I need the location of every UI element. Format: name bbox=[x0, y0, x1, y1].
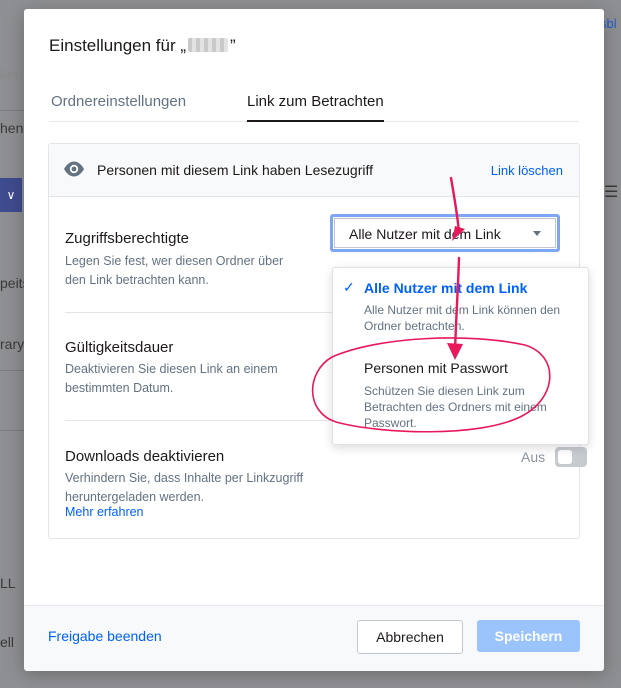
downloads-toggle-label: Aus bbox=[521, 449, 546, 465]
bg-chevron-button: ∨ bbox=[0, 178, 22, 212]
access-section-title: Zugriffsberechtigte bbox=[65, 230, 189, 247]
expiry-section-title: Gültigkeitsdauer bbox=[65, 339, 174, 356]
learn-more-link[interactable]: Mehr erfahren bbox=[65, 505, 144, 519]
access-select-value: Alle Nutzer mit dem Link bbox=[349, 226, 501, 242]
access-section-desc: Legen Sie fest, wer diesen Ordner über d… bbox=[65, 254, 284, 287]
dialog-title-suffix: ” bbox=[230, 36, 236, 55]
bg-fragment: LL bbox=[0, 575, 16, 591]
option-title: Alle Nutzer mit dem Link bbox=[364, 280, 528, 296]
bg-fragment: ken, bbox=[0, 66, 27, 82]
delete-link-button[interactable]: Link löschen bbox=[491, 163, 563, 178]
bg-fragment: ell bbox=[0, 634, 15, 650]
dialog-title-prefix: Einstellungen für „ bbox=[49, 36, 187, 55]
checkmark-icon: ✓ bbox=[343, 279, 355, 295]
expiry-section-desc: Deaktivieren Sie diesen Link an einem be… bbox=[65, 362, 278, 395]
tab-view-link[interactable]: Link zum Betrachten bbox=[247, 93, 384, 122]
tab-folder-settings[interactable]: Ordnereinstellungen bbox=[51, 93, 186, 120]
downloads-section-title: Downloads deaktivieren bbox=[65, 448, 225, 465]
redacted-folder-name bbox=[188, 38, 229, 52]
bg-fragment: rary bbox=[0, 336, 25, 352]
access-select[interactable]: Alle Nutzer mit dem Link bbox=[330, 214, 560, 252]
eye-icon bbox=[64, 161, 84, 177]
save-button[interactable]: Speichern bbox=[477, 620, 580, 652]
settings-dialog: Einstellungen für „ ” Ordnereinstellungen… bbox=[24, 9, 604, 671]
dialog-title: Einstellungen für „ ” bbox=[49, 36, 236, 56]
link-access-text: Personen mit diesem Link haben Lesezugri… bbox=[97, 162, 374, 178]
option-desc: Alle Nutzer mit dem Link können den Ordn… bbox=[364, 303, 561, 333]
option-title: Personen mit Passwort bbox=[364, 360, 508, 376]
option-anyone-with-link[interactable]: ✓ Alle Nutzer mit dem Link Alle Nutzer m… bbox=[333, 268, 588, 348]
option-password[interactable]: Personen mit Passwort Schützen Sie diese… bbox=[333, 352, 588, 440]
toggle-knob bbox=[558, 450, 572, 464]
cancel-button[interactable]: Abbrechen bbox=[357, 620, 463, 654]
chevron-down-icon: ∨ bbox=[6, 188, 16, 202]
link-access-header: Personen mit diesem Link haben Lesezugri… bbox=[49, 144, 579, 197]
option-desc: Schützen Sie diesen Link zum Betrachten … bbox=[364, 384, 547, 430]
menu-icon: ☰ bbox=[604, 184, 619, 201]
dialog-footer: Freigabe beenden Abbrechen Speichern bbox=[24, 605, 604, 671]
caret-down-icon bbox=[533, 231, 541, 236]
bg-fragment: hen bbox=[0, 120, 24, 136]
stop-sharing-button[interactable]: Freigabe beenden bbox=[48, 628, 162, 644]
downloads-section-desc: Verhindern Sie, dass Inhalte per Linkzug… bbox=[65, 471, 304, 504]
access-dropdown-menu: ✓ Alle Nutzer mit dem Link Alle Nutzer m… bbox=[332, 267, 589, 445]
downloads-toggle[interactable] bbox=[555, 447, 587, 467]
tab-bar: Ordnereinstellungen Link zum Betrachten bbox=[49, 89, 579, 122]
